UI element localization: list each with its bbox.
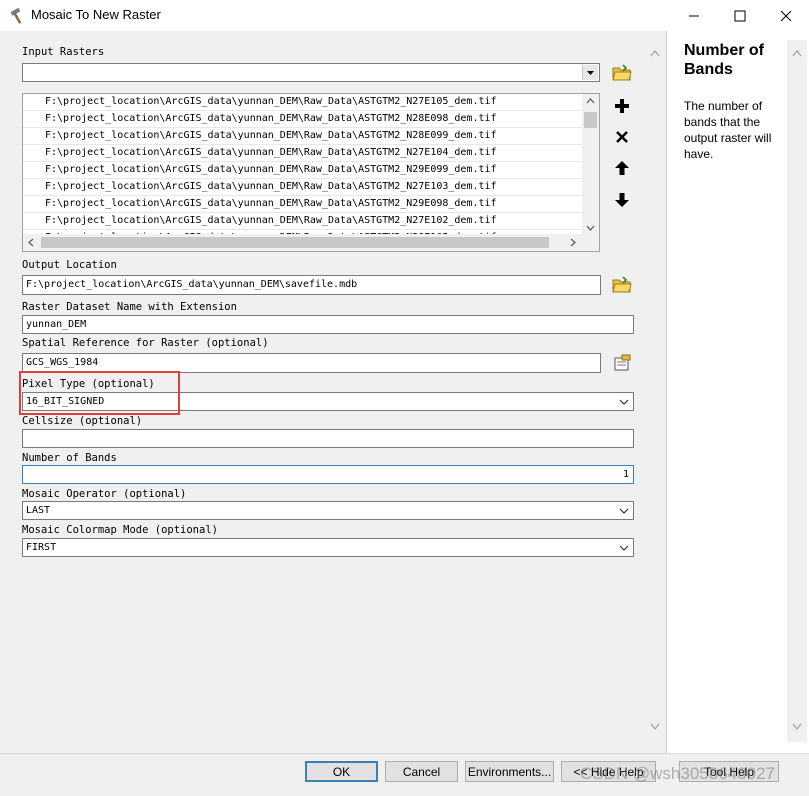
number-of-bands-field[interactable]: 1: [22, 465, 634, 484]
arrow-up-icon: [615, 161, 629, 175]
watermark-text: CSDN @wsh3058643027: [580, 764, 775, 783]
mosaic-operator-value: LAST: [26, 505, 51, 516]
arrow-down-icon: [615, 193, 629, 207]
help-title: Number of Bands: [684, 42, 764, 78]
chevron-down-icon: [619, 508, 629, 514]
raster-list-item[interactable]: F:\project_location\ArcGIS_data\yunnan_D…: [23, 179, 599, 196]
spatial-reference-field[interactable]: GCS_WGS_1984: [22, 353, 601, 373]
open-folder-icon: [612, 64, 632, 81]
mosaic-operator-select[interactable]: LAST: [22, 501, 634, 520]
minimize-button[interactable]: [671, 0, 717, 31]
open-folder-icon: [612, 276, 632, 293]
properties-icon: [614, 354, 631, 371]
chevron-down-icon: [587, 71, 594, 75]
raster-list-item[interactable]: F:\project_location\ArcGIS_data\yunnan_D…: [23, 94, 599, 111]
output-location-label: Output Location: [22, 259, 117, 271]
chevron-down-icon: [619, 399, 629, 405]
input-rasters-combobox[interactable]: [22, 63, 600, 82]
hammer-icon: [9, 7, 27, 25]
input-rasters-label: Input Rasters: [22, 46, 105, 58]
remove-raster-button[interactable]: [610, 125, 634, 149]
dataset-name-field[interactable]: yunnan_DEM: [22, 315, 634, 334]
remove-x-icon: [616, 131, 628, 143]
cancel-button[interactable]: Cancel: [385, 761, 458, 782]
cellsize-field[interactable]: [22, 429, 634, 448]
close-button[interactable]: [763, 0, 809, 31]
browse-input-button[interactable]: [610, 61, 634, 85]
list-vertical-scrollbar[interactable]: [582, 94, 599, 236]
raster-list-item[interactable]: F:\project_location\ArcGIS_data\yunnan_D…: [23, 145, 599, 162]
raster-list-item[interactable]: F:\project_location\ArcGIS_data\yunnan_D…: [23, 162, 599, 179]
spatial-reference-properties-button[interactable]: [610, 351, 634, 375]
help-scrollbar[interactable]: [787, 40, 807, 742]
input-rasters-list[interactable]: F:\project_location\ArcGIS_data\yunnan_D…: [22, 93, 600, 252]
chevron-down-icon: [619, 545, 629, 551]
colormap-mode-value: FIRST: [26, 542, 57, 553]
close-icon: [780, 10, 792, 21]
move-down-button[interactable]: [610, 188, 634, 212]
raster-list-item[interactable]: F:\project_location\ArcGIS_data\yunnan_D…: [23, 213, 599, 230]
help-body: The number of bands that the output rast…: [684, 99, 772, 161]
raster-list-item[interactable]: F:\project_location\ArcGIS_data\yunnan_D…: [23, 196, 599, 213]
plus-icon: [615, 99, 629, 113]
output-location-field[interactable]: F:\project_location\ArcGIS_data\yunnan_D…: [22, 275, 601, 295]
add-raster-button[interactable]: [610, 94, 634, 118]
raster-list-item[interactable]: F:\project_location\ArcGIS_data\yunnan_D…: [23, 111, 599, 128]
colormap-mode-select[interactable]: FIRST: [22, 538, 634, 557]
maximize-icon: [734, 10, 746, 21]
window-title: Mosaic To New Raster: [31, 7, 161, 22]
browse-output-button[interactable]: [610, 273, 634, 297]
list-horizontal-scrollbar[interactable]: [23, 234, 599, 251]
input-rasters-dropdown[interactable]: [582, 65, 598, 80]
raster-list-item[interactable]: F:\project_location\ArcGIS_data\yunnan_D…: [23, 128, 599, 145]
dataset-name-label: Raster Dataset Name with Extension: [22, 301, 237, 313]
pixel-type-highlight-box: [19, 371, 180, 415]
parameters-scrollbar[interactable]: [645, 40, 665, 742]
mosaic-operator-label: Mosaic Operator (optional): [22, 488, 187, 500]
move-up-button[interactable]: [610, 156, 634, 180]
minimize-icon: [689, 15, 699, 16]
ok-button[interactable]: OK: [305, 761, 378, 782]
cellsize-label: Cellsize (optional): [22, 415, 143, 427]
spatial-reference-label: Spatial Reference for Raster (optional): [22, 337, 269, 349]
environments-button[interactable]: Environments...: [465, 761, 554, 782]
number-of-bands-label: Number of Bands: [22, 452, 117, 464]
colormap-mode-label: Mosaic Colormap Mode (optional): [22, 524, 218, 536]
maximize-button[interactable]: [717, 0, 763, 31]
